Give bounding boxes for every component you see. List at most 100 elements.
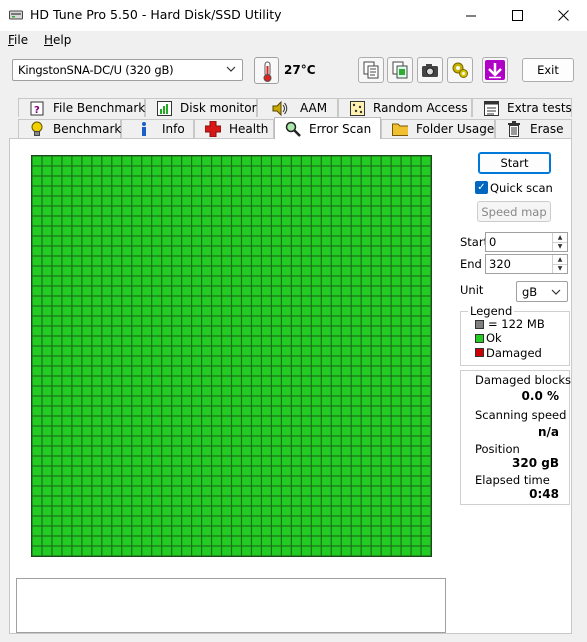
scan-block <box>232 176 241 186</box>
scan-block <box>351 196 361 206</box>
scan-block <box>361 426 371 436</box>
scan-block <box>192 396 201 406</box>
scan-block <box>281 276 291 286</box>
scan-block <box>341 286 351 296</box>
scan-block <box>341 366 351 376</box>
start-spin-arrows[interactable]: ▲ ▼ <box>552 233 567 251</box>
scan-block <box>351 316 361 326</box>
scan-block <box>242 546 251 556</box>
tab-disk-monitor[interactable]: Disk monitor <box>145 98 257 117</box>
exit-button[interactable]: Exit <box>522 58 574 82</box>
scan-block <box>291 506 301 516</box>
scan-block <box>341 456 351 466</box>
scan-block <box>281 226 291 236</box>
scan-block <box>42 366 52 376</box>
menu-file[interactable]: File <box>8 33 28 47</box>
tab-file-benchmark[interactable]: ? File Benchmark <box>18 98 145 117</box>
scan-block <box>62 536 72 546</box>
scan-block <box>311 196 321 206</box>
scan-block <box>202 456 211 466</box>
tab-random-access[interactable]: Random Access <box>338 98 472 117</box>
scan-block <box>92 266 102 276</box>
scan-block <box>411 536 421 546</box>
start-spinbox[interactable]: 0 ▲ ▼ <box>485 232 568 252</box>
quick-scan-checkbox[interactable]: ✓ <box>475 181 488 194</box>
scan-block <box>102 416 112 426</box>
scan-block <box>411 426 421 436</box>
end-spinbox[interactable]: 320 ▲ ▼ <box>485 254 568 274</box>
legend-title: Legend <box>468 304 515 318</box>
scan-log-box[interactable] <box>16 578 446 633</box>
tab-extra-tests[interactable]: Extra tests <box>472 98 572 117</box>
scan-block <box>281 336 291 346</box>
scan-block <box>122 316 132 326</box>
tab-info[interactable]: Info <box>121 119 194 138</box>
scan-block <box>321 536 331 546</box>
options-button[interactable] <box>447 57 473 83</box>
screenshot-button[interactable] <box>417 57 443 83</box>
scan-block <box>112 276 122 286</box>
scan-block <box>301 286 311 296</box>
copy-text-button[interactable] <box>358 57 384 83</box>
scan-block <box>172 286 182 296</box>
scan-block <box>232 426 241 436</box>
menu-help[interactable]: Help <box>44 33 71 47</box>
scan-block <box>272 466 281 476</box>
minimize-button[interactable] <box>448 0 494 31</box>
scan-block <box>42 236 52 246</box>
scan-block <box>351 436 361 446</box>
tab-erase-label: Erase <box>530 122 564 136</box>
close-button[interactable] <box>540 0 586 31</box>
scan-block <box>371 156 381 166</box>
scan-block <box>162 386 172 396</box>
quick-scan-label[interactable]: Quick scan <box>490 181 553 195</box>
spin-up-icon[interactable]: ▲ <box>553 255 567 264</box>
speed-map-button[interactable]: Speed map <box>477 201 551 222</box>
start-button[interactable]: Start <box>478 152 551 174</box>
scan-block <box>371 246 381 256</box>
spin-down-icon[interactable]: ▼ <box>553 241 567 252</box>
scan-block <box>52 316 62 326</box>
spin-down-icon[interactable]: ▼ <box>553 263 567 274</box>
unit-select[interactable]: gB <box>516 281 568 302</box>
legend-damaged-swatch <box>475 348 484 357</box>
scan-block <box>281 256 291 266</box>
scan-block <box>272 186 281 196</box>
scan-block <box>262 246 271 256</box>
tab-benchmark[interactable]: Benchmark <box>18 119 121 138</box>
scan-block <box>411 516 421 526</box>
scan-block <box>242 456 251 466</box>
scan-block <box>311 256 321 266</box>
scan-block <box>272 336 281 346</box>
tab-folder-usage[interactable]: Folder Usage <box>381 119 495 138</box>
scan-block <box>182 366 191 376</box>
scan-block <box>122 366 132 376</box>
scan-block <box>331 356 341 366</box>
scan-block <box>291 426 301 436</box>
scan-block <box>232 546 241 556</box>
scan-block <box>62 236 72 246</box>
tab-erase[interactable]: Erase <box>495 119 572 138</box>
tab-error-scan[interactable]: Error Scan <box>274 117 381 139</box>
maximize-button[interactable] <box>494 0 540 31</box>
scan-block <box>421 376 431 386</box>
scan-block <box>351 286 361 296</box>
copy-screenshot-button[interactable] <box>387 57 413 83</box>
scan-block <box>421 526 431 536</box>
scan-block <box>52 366 62 376</box>
drive-select[interactable]: KingstonSNA-DC/U (320 gB) <box>12 59 243 81</box>
spin-up-icon[interactable]: ▲ <box>553 233 567 242</box>
save-button[interactable] <box>482 57 508 83</box>
scan-block <box>52 486 62 496</box>
tab-health[interactable]: Health <box>194 119 274 138</box>
tab-aam[interactable]: AAM <box>257 98 338 117</box>
scan-block <box>272 206 281 216</box>
scan-block <box>351 386 361 396</box>
scan-block <box>331 446 341 456</box>
scan-block <box>401 156 411 166</box>
temperature-button[interactable] <box>254 57 279 84</box>
scan-block <box>331 486 341 496</box>
end-spin-arrows[interactable]: ▲ ▼ <box>552 255 567 273</box>
start-value: 0 <box>489 235 497 249</box>
scan-block <box>82 546 92 556</box>
